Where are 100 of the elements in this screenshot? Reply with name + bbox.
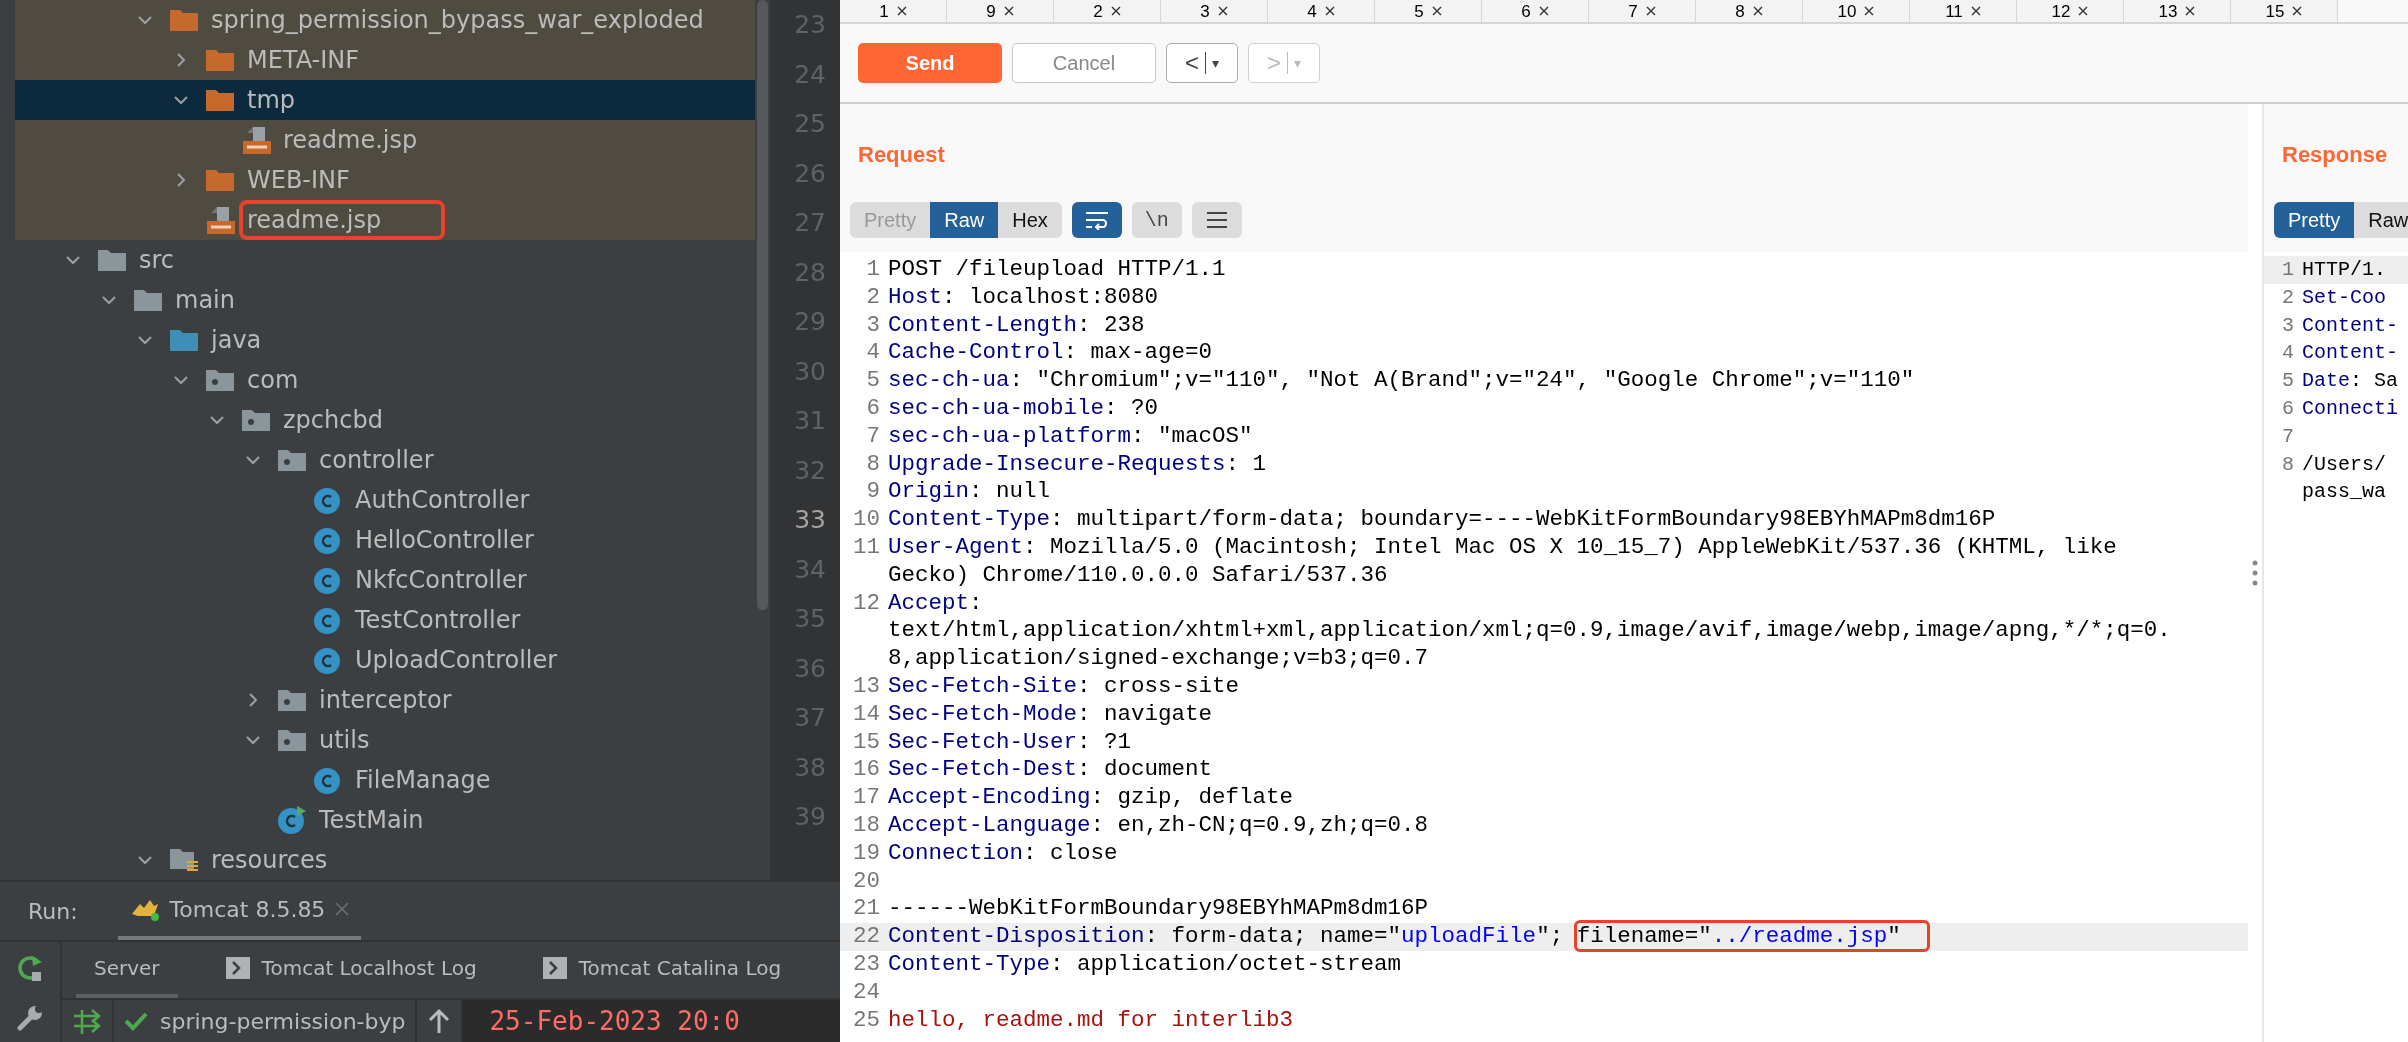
code-line: Connection: close — [888, 839, 1119, 868]
close-icon[interactable] — [1970, 6, 1981, 16]
repeater-tab[interactable]: 1 — [840, 0, 947, 22]
tree-item[interactable]: HelloController — [15, 520, 755, 560]
repeater-tab[interactable]: 6 — [1482, 0, 1589, 22]
tree-item[interactable]: UploadController — [15, 640, 755, 680]
close-icon[interactable] — [2292, 6, 2303, 16]
tree-item[interactable]: main — [15, 280, 755, 320]
console-tab[interactable]: Tomcat Catalina Log — [524, 942, 800, 998]
line-number: 3 — [865, 311, 881, 340]
editor-toggle-button[interactable] — [1071, 202, 1122, 238]
tree-item[interactable]: com — [15, 360, 755, 400]
tree-item[interactable]: META-INF — [15, 40, 755, 80]
repeater-tab[interactable]: 13 — [2124, 0, 2231, 22]
close-icon[interactable] — [1431, 6, 1442, 16]
code-line: Upgrade-Insecure-Requests: 1 — [888, 450, 1268, 479]
tree-item[interactable]: spring_permission_bypass_war_exploded — [15, 0, 755, 40]
line-number: 21 — [852, 895, 881, 924]
close-icon[interactable] — [1864, 6, 1875, 16]
repeater-tab[interactable]: 5 — [1375, 0, 1482, 22]
run-tab[interactable]: Tomcat 8.5.85 — [117, 882, 362, 940]
repeater-tab[interactable]: 11 — [1910, 0, 2017, 22]
close-icon[interactable] — [1110, 6, 1121, 16]
tree-item-label: FileManage — [354, 765, 492, 796]
repeater-tab[interactable]: 8 — [1696, 0, 1803, 22]
tree-item[interactable]: utils — [15, 720, 755, 760]
code-line: User-Agent: Mozilla/5.0 (Macintosh; Intel Mac OS X 10_15_7) AppleWebKit/537.36 (KHTML, like — [888, 533, 2118, 562]
deployment-name[interactable]: spring-permission-byp — [160, 1008, 406, 1034]
tree-item-label: com — [246, 365, 300, 396]
tree-item[interactable]: WEB-INF — [15, 160, 755, 200]
tree-item[interactable]: interceptor — [15, 680, 755, 720]
code-line: Accept-Language: en,zh-CN;q=0.9,zh;q=0.8 — [888, 811, 1430, 840]
view-mode-tab[interactable]: Pretty — [2274, 202, 2355, 238]
line-number: 17 — [852, 784, 881, 812]
console-output: 25-Feb-2023 20:0 — [489, 1006, 740, 1036]
send-button[interactable]: Send — [858, 43, 1002, 83]
rerun-icon[interactable] — [16, 954, 44, 982]
editor-toggle-button[interactable]: \n — [1131, 202, 1182, 238]
up-arrow-icon[interactable] — [427, 1008, 452, 1034]
repeater-tab[interactable]: 2 — [1054, 0, 1161, 22]
close-icon[interactable] — [1645, 6, 1656, 16]
tree-item[interactable]: AuthController — [15, 480, 755, 520]
code-line: Content-Type: multipart/form-data; boundary=----WebKitFormBoundary98EBYhMAPm8dm16P — [888, 506, 1997, 534]
jsp-file-icon — [241, 125, 271, 155]
response-editor[interactable]: 1 HTTP/1. 2 Set-Coo 3 Content- 4 Content- 5 Date: Sa 6 Connecti 7 8 /Users/ pass_wa — [2264, 252, 2408, 1042]
tree-item[interactable]: java — [15, 320, 755, 360]
code-line: Cache-Control: max-age=0 — [888, 339, 1214, 368]
wrench-icon[interactable] — [16, 1004, 44, 1032]
folder-icon — [97, 248, 127, 272]
close-icon[interactable] — [1538, 6, 1549, 16]
code-line: /Users/ — [2302, 451, 2387, 478]
tree-item[interactable]: readme.jsp — [15, 200, 755, 240]
code-line: Gecko) Chrome/110.0.0.0 Safari/537.36 — [888, 561, 1389, 590]
tree-item[interactable]: src — [15, 240, 755, 280]
console-tab[interactable]: Tomcat Localhost Log — [207, 942, 495, 998]
editor-toggle-button[interactable] — [1191, 202, 1242, 238]
tree-item[interactable]: resources — [15, 840, 755, 880]
tree-item-label: interceptor — [318, 685, 453, 716]
check-icon — [124, 1011, 148, 1031]
folder-icon — [205, 168, 235, 192]
close-icon[interactable] — [2078, 6, 2089, 16]
tree-item[interactable]: TestController — [15, 600, 755, 640]
tree-item[interactable]: zpchcbd — [15, 400, 755, 440]
repeater-tab[interactable]: 10 — [1803, 0, 1910, 22]
tree-item-label: readme.jsp — [282, 125, 419, 156]
tree-item[interactable]: TestMain — [15, 800, 755, 840]
tree-item[interactable]: controller — [15, 440, 755, 480]
repeater-tab[interactable]: 12 — [2017, 0, 2124, 22]
tree-item[interactable]: tmp — [15, 80, 755, 120]
tree-item-label: zpchcbd — [282, 405, 384, 436]
line-number: 20 — [852, 867, 881, 896]
close-icon[interactable] — [1324, 6, 1335, 16]
repeater-tab[interactable]: 4 — [1268, 0, 1375, 22]
repeater-tab[interactable]: 9 — [947, 0, 1054, 22]
code-line: text/html,application/xhtml+xml,application/xml;q=0.9,image/avif,image/webp,image/apng,*/*;q=0. — [888, 617, 2172, 646]
close-icon[interactable] — [896, 6, 907, 16]
tree-item[interactable]: FileManage — [15, 760, 755, 800]
menu-icon — [1204, 210, 1229, 230]
repeater-tab[interactable]: 3 — [1161, 0, 1268, 22]
tree-item-label: HelloController — [354, 525, 535, 556]
drag-handle-icon[interactable] — [2252, 560, 2258, 586]
close-icon[interactable] — [1752, 6, 1763, 16]
console-tab[interactable]: Server — [76, 942, 178, 998]
tree-item[interactable]: readme.jsp — [15, 120, 755, 160]
folder-icon — [205, 48, 235, 72]
close-icon[interactable] — [1217, 6, 1228, 16]
repeater-tab[interactable]: 15 — [2231, 0, 2338, 22]
close-icon[interactable] — [1003, 6, 1014, 16]
scrollbar-thumb[interactable] — [757, 0, 768, 610]
view-mode-tab[interactable]: Raw — [930, 202, 999, 238]
history-nav-button[interactable]: < ▾ — [1166, 43, 1238, 83]
tree-item[interactable]: NkfcController — [15, 560, 755, 600]
close-icon[interactable] — [2185, 6, 2196, 16]
repeater-tab[interactable]: 7 — [1589, 0, 1696, 22]
request-editor[interactable] — [840, 252, 2248, 1042]
view-mode-tab[interactable]: Raw — [2354, 202, 2408, 238]
deploy-arrows-icon[interactable] — [72, 1006, 102, 1036]
code-line: HTTP/1. — [2302, 257, 2387, 283]
tree-item-label: java — [209, 325, 263, 356]
view-mode-tab[interactable]: Hex — [998, 202, 1062, 238]
